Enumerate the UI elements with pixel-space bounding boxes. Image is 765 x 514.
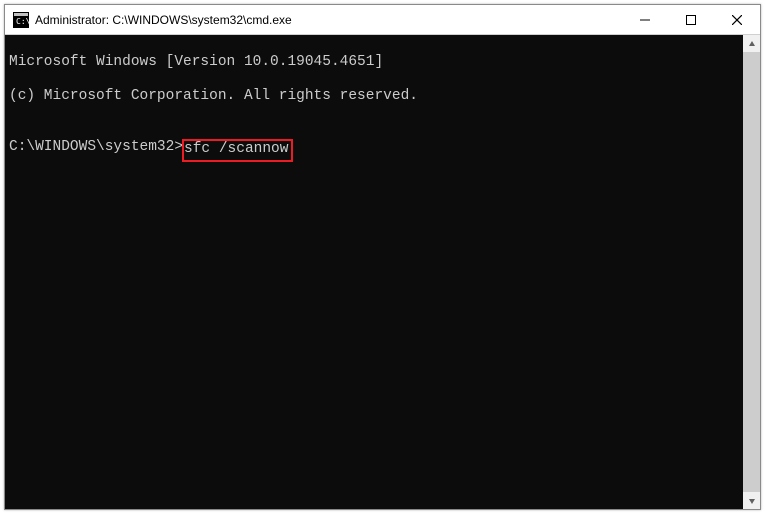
command-highlight-box: sfc /scannow (182, 139, 293, 162)
minimize-button[interactable] (622, 5, 668, 34)
svg-text:C:\: C:\ (16, 17, 29, 26)
window-title: Administrator: C:\WINDOWS\system32\cmd.e… (35, 13, 622, 27)
vertical-scrollbar[interactable] (743, 35, 760, 509)
scroll-down-button[interactable] (743, 492, 760, 509)
terminal-command: sfc /scannow (184, 141, 288, 157)
window-controls (622, 5, 760, 34)
terminal-area: Microsoft Windows [Version 10.0.19045.46… (5, 35, 760, 509)
titlebar[interactable]: C:\ Administrator: C:\WINDOWS\system32\c… (5, 5, 760, 35)
terminal-output-line: Microsoft Windows [Version 10.0.19045.46… (9, 54, 739, 71)
maximize-button[interactable] (668, 5, 714, 34)
terminal-output-line: (c) Microsoft Corporation. All rights re… (9, 88, 739, 105)
cmd-icon: C:\ (13, 12, 29, 28)
scrollbar-thumb[interactable] (743, 52, 760, 492)
close-button[interactable] (714, 5, 760, 34)
cmd-window: C:\ Administrator: C:\WINDOWS\system32\c… (4, 4, 761, 510)
scrollbar-track[interactable] (743, 52, 760, 492)
scroll-up-button[interactable] (743, 35, 760, 52)
terminal-prompt-line: C:\WINDOWS\system32>sfc /scannow (9, 139, 739, 162)
terminal-prompt: C:\WINDOWS\system32> (9, 139, 183, 156)
terminal[interactable]: Microsoft Windows [Version 10.0.19045.46… (5, 35, 743, 509)
